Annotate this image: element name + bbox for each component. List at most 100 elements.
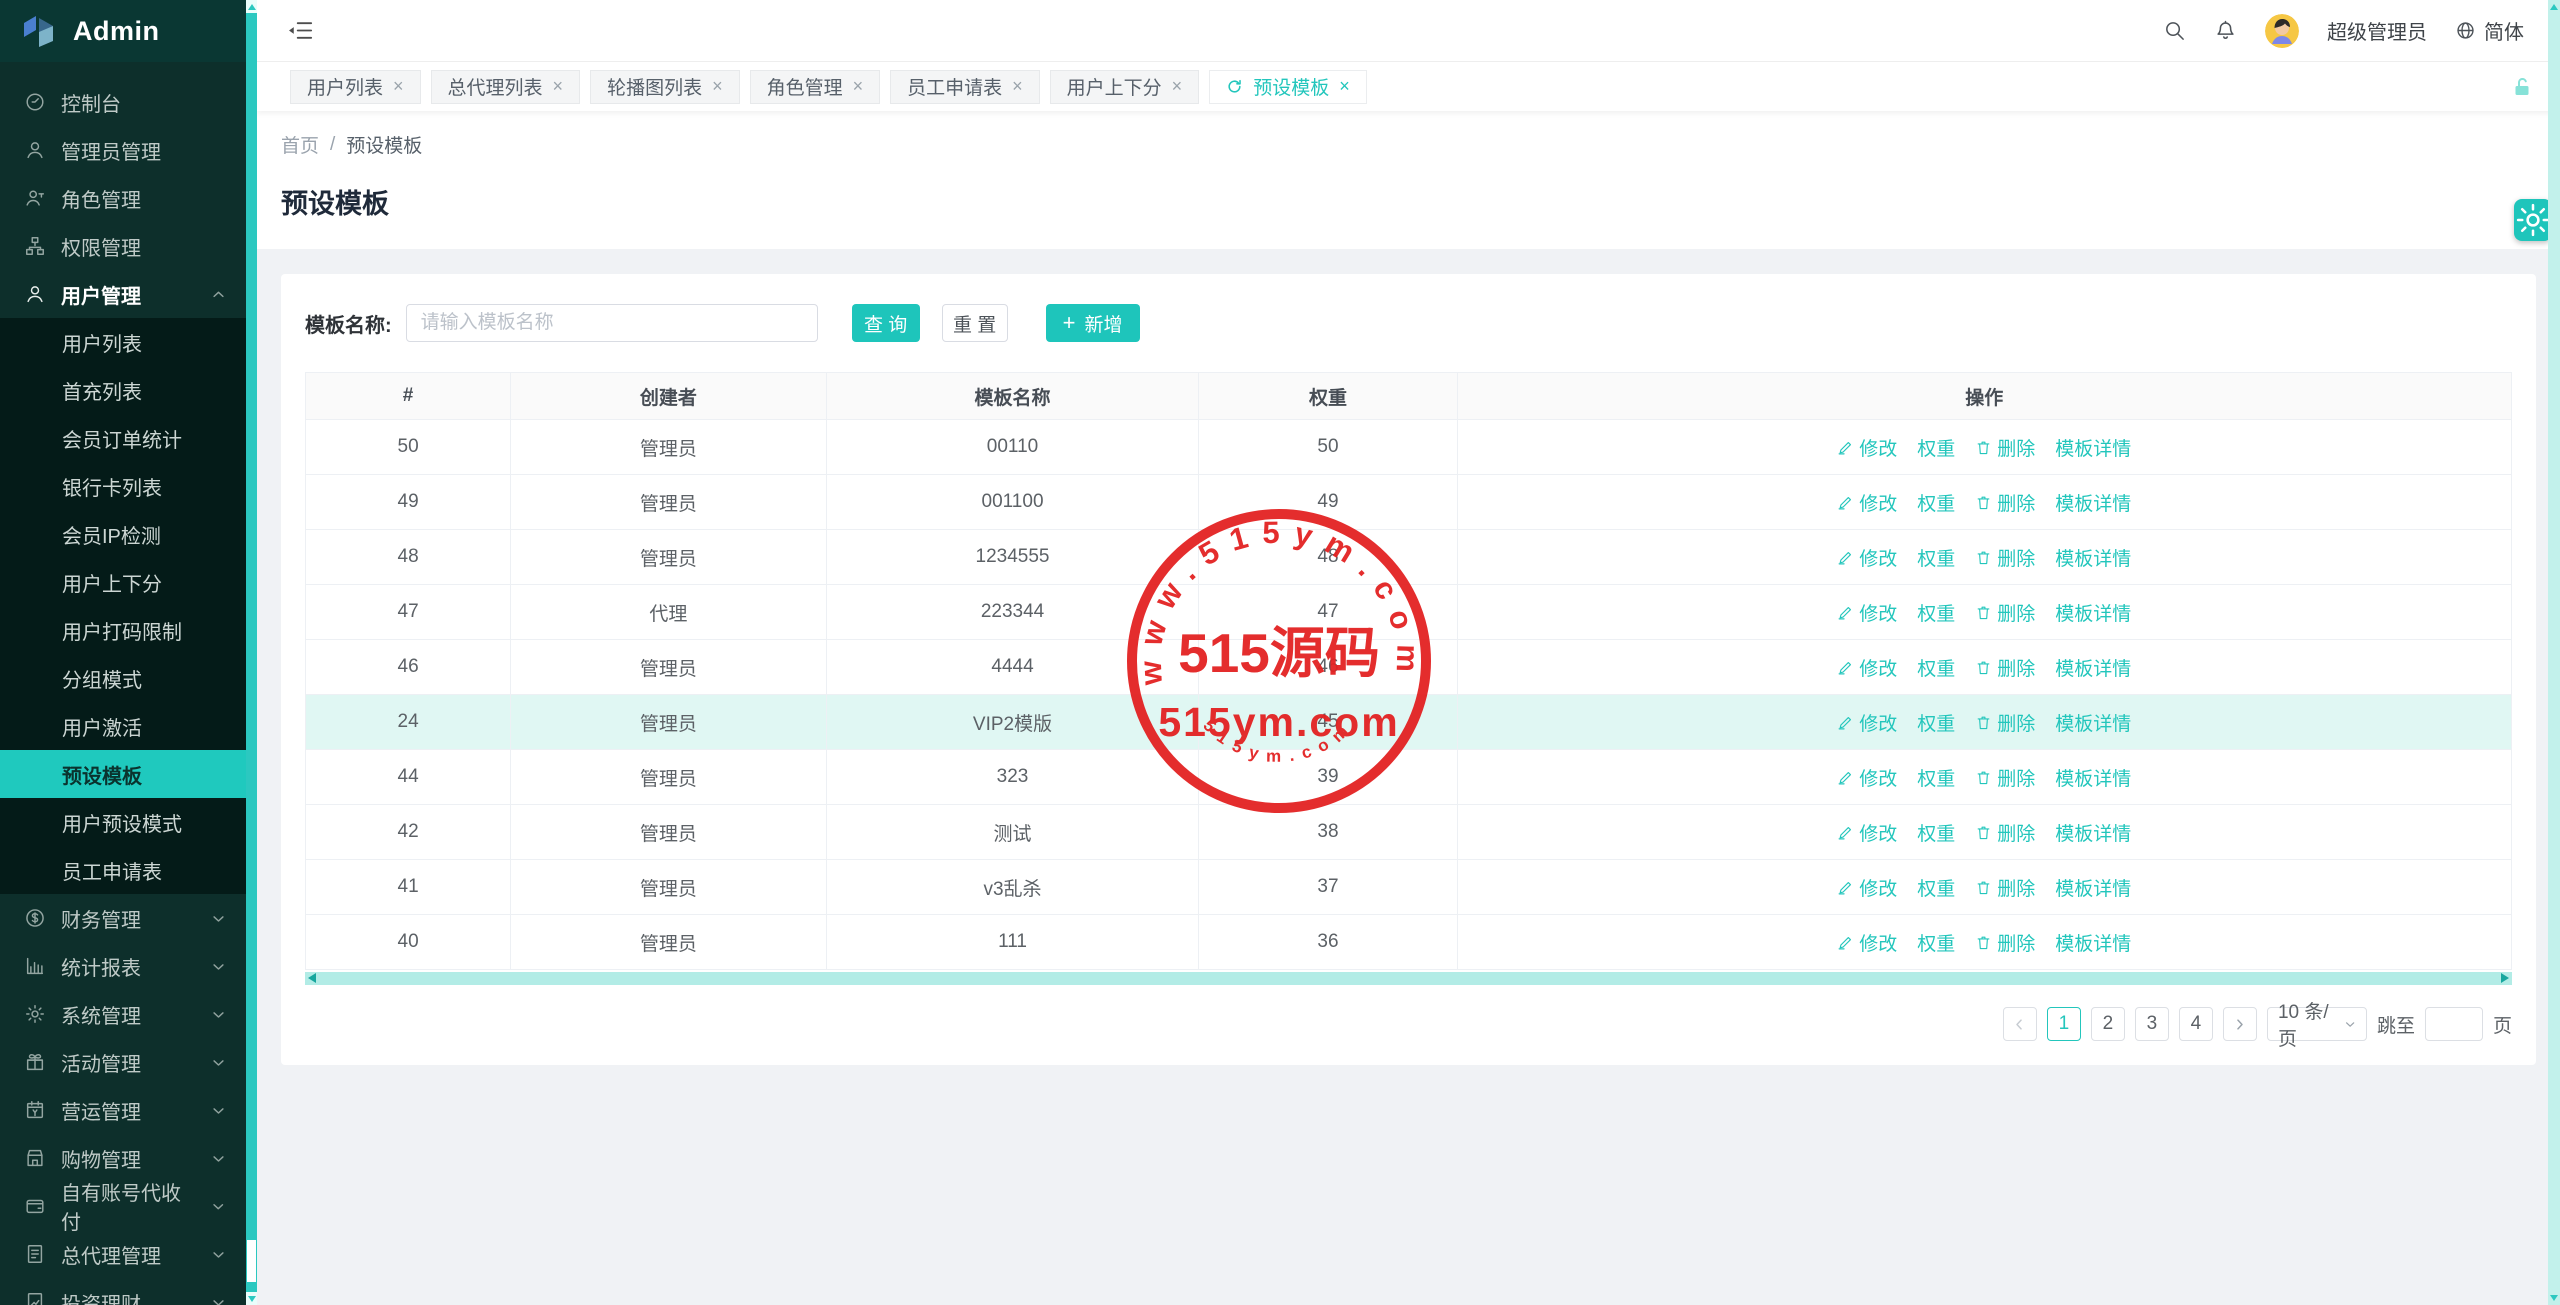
tab-active[interactable]: 预设模板× (1209, 70, 1367, 104)
tab-3[interactable]: 角色管理× (750, 70, 881, 104)
logo[interactable]: Admin (0, 0, 246, 62)
sidebar-subitem[interactable]: 会员订单统计 (0, 414, 246, 462)
action-delete-link[interactable]: 删除 (1975, 544, 2035, 571)
sidebar-subitem[interactable]: 用户列表 (0, 318, 246, 366)
action-delete-link[interactable]: 删除 (1975, 489, 2035, 516)
settings-fab[interactable] (2514, 199, 2552, 241)
sidebar-item-invest[interactable]: 投资理财 (0, 1278, 246, 1305)
tab-0[interactable]: 用户列表× (290, 70, 421, 104)
sidebar-item-finance[interactable]: 财务管理 (0, 894, 246, 942)
action-edit-link[interactable]: 修改 (1837, 874, 1897, 901)
jump-page-input[interactable] (2425, 1007, 2483, 1041)
action-detail-link[interactable]: 模板详情 (2055, 764, 2131, 791)
action-detail-link[interactable]: 模板详情 (2055, 874, 2131, 901)
action-weight-link[interactable]: 权重 (1917, 489, 1955, 516)
refresh-icon[interactable] (1226, 78, 1243, 95)
scroll-down-arrow-icon[interactable] (2550, 1295, 2558, 1301)
breadcrumb-home[interactable]: 首页 (281, 131, 319, 158)
scroll-up-arrow-icon[interactable] (2550, 4, 2558, 10)
action-edit-link[interactable]: 修改 (1837, 929, 1897, 956)
sidebar-item-account[interactable]: 自有账号代收付 (0, 1182, 246, 1230)
tab-close-icon[interactable]: × (853, 76, 864, 97)
action-detail-link[interactable]: 模板详情 (2055, 599, 2131, 626)
scrollbar-thumb[interactable] (247, 1240, 256, 1282)
sidebar-item-console[interactable]: 控制台 (0, 78, 246, 126)
sidebar-subitem[interactable]: 首充列表 (0, 366, 246, 414)
page-button-4[interactable]: 4 (2179, 1007, 2213, 1041)
sidebar-item-agent[interactable]: 总代理管理 (0, 1230, 246, 1278)
action-weight-link[interactable]: 权重 (1917, 764, 1955, 791)
action-detail-link[interactable]: 模板详情 (2055, 709, 2131, 736)
next-page-button[interactable] (2223, 1007, 2257, 1041)
action-edit-link[interactable]: 修改 (1837, 654, 1897, 681)
prev-page-button[interactable] (2003, 1007, 2037, 1041)
action-edit-link[interactable]: 修改 (1837, 819, 1897, 846)
action-edit-link[interactable]: 修改 (1837, 489, 1897, 516)
page-button-2[interactable]: 2 (2091, 1007, 2125, 1041)
tab-close-icon[interactable]: × (553, 76, 564, 97)
search-icon[interactable] (2163, 19, 2186, 42)
action-delete-link[interactable]: 删除 (1975, 764, 2035, 791)
action-edit-link[interactable]: 修改 (1837, 599, 1897, 626)
sidebar-item-system[interactable]: 系统管理 (0, 990, 246, 1038)
sidebar-item-activity[interactable]: 活动管理 (0, 1038, 246, 1086)
search-button[interactable]: 查 询 (852, 304, 920, 342)
tab-1[interactable]: 总代理列表× (431, 70, 581, 104)
action-detail-link[interactable]: 模板详情 (2055, 434, 2131, 461)
sidebar-scrollbar[interactable] (246, 0, 257, 1305)
sidebar-subitem[interactable]: 用户上下分 (0, 558, 246, 606)
action-delete-link[interactable]: 删除 (1975, 819, 2035, 846)
sidebar-item-operation[interactable]: 营运管理 (0, 1086, 246, 1134)
action-detail-link[interactable]: 模板详情 (2055, 544, 2131, 571)
reset-button[interactable]: 重 置 (942, 304, 1008, 342)
collapse-menu-icon[interactable] (287, 17, 314, 44)
sidebar-subitem[interactable]: 用户激活 (0, 702, 246, 750)
action-delete-link[interactable]: 删除 (1975, 599, 2035, 626)
action-edit-link[interactable]: 修改 (1837, 434, 1897, 461)
username[interactable]: 超级管理员 (2327, 16, 2427, 45)
sidebar-subitem[interactable]: 用户打码限制 (0, 606, 246, 654)
action-weight-link[interactable]: 权重 (1917, 929, 1955, 956)
tab-5[interactable]: 用户上下分× (1050, 70, 1200, 104)
action-weight-link[interactable]: 权重 (1917, 599, 1955, 626)
action-detail-link[interactable]: 模板详情 (2055, 654, 2131, 681)
action-weight-link[interactable]: 权重 (1917, 434, 1955, 461)
sidebar-item-reports[interactable]: 统计报表 (0, 942, 246, 990)
template-name-input[interactable] (406, 304, 818, 342)
sidebar-item-perms[interactable]: 权限管理 (0, 222, 246, 270)
sidebar-subitem[interactable]: 员工申请表 (0, 846, 246, 894)
sidebar-subitem[interactable]: 分组模式 (0, 654, 246, 702)
page-button-3[interactable]: 3 (2135, 1007, 2169, 1041)
action-delete-link[interactable]: 删除 (1975, 929, 2035, 956)
scroll-down-arrow-icon[interactable] (246, 1292, 257, 1305)
sidebar-subitem[interactable]: 会员IP检测 (0, 510, 246, 558)
action-weight-link[interactable]: 权重 (1917, 544, 1955, 571)
unlock-icon[interactable] (2510, 75, 2534, 99)
action-detail-link[interactable]: 模板详情 (2055, 819, 2131, 846)
page-scrollbar[interactable] (2548, 0, 2560, 1305)
sidebar-subitem[interactable]: 用户预设模式 (0, 798, 246, 846)
action-edit-link[interactable]: 修改 (1837, 544, 1897, 571)
action-delete-link[interactable]: 删除 (1975, 654, 2035, 681)
sidebar-item-users[interactable]: 用户管理 (0, 270, 246, 318)
action-weight-link[interactable]: 权重 (1917, 709, 1955, 736)
bell-icon[interactable] (2214, 19, 2237, 42)
action-weight-link[interactable]: 权重 (1917, 874, 1955, 901)
action-edit-link[interactable]: 修改 (1837, 764, 1897, 791)
sidebar-subitem[interactable]: 银行卡列表 (0, 462, 246, 510)
tab-close-icon[interactable]: × (1172, 76, 1183, 97)
horizontal-scrollbar[interactable] (305, 972, 2512, 985)
language-switch[interactable]: 简体 (2455, 16, 2524, 45)
scroll-up-arrow-icon[interactable] (246, 0, 257, 13)
action-delete-link[interactable]: 删除 (1975, 709, 2035, 736)
action-weight-link[interactable]: 权重 (1917, 819, 1955, 846)
action-detail-link[interactable]: 模板详情 (2055, 489, 2131, 516)
sidebar-subitem-active[interactable]: 预设模板 (0, 750, 246, 798)
tab-close-icon[interactable]: × (1339, 76, 1350, 97)
tab-close-icon[interactable]: × (712, 76, 723, 97)
action-delete-link[interactable]: 删除 (1975, 874, 2035, 901)
avatar[interactable] (2265, 14, 2299, 48)
tab-close-icon[interactable]: × (393, 76, 404, 97)
tab-close-icon[interactable]: × (1012, 76, 1023, 97)
sidebar-item-roles[interactable]: 角色管理 (0, 174, 246, 222)
